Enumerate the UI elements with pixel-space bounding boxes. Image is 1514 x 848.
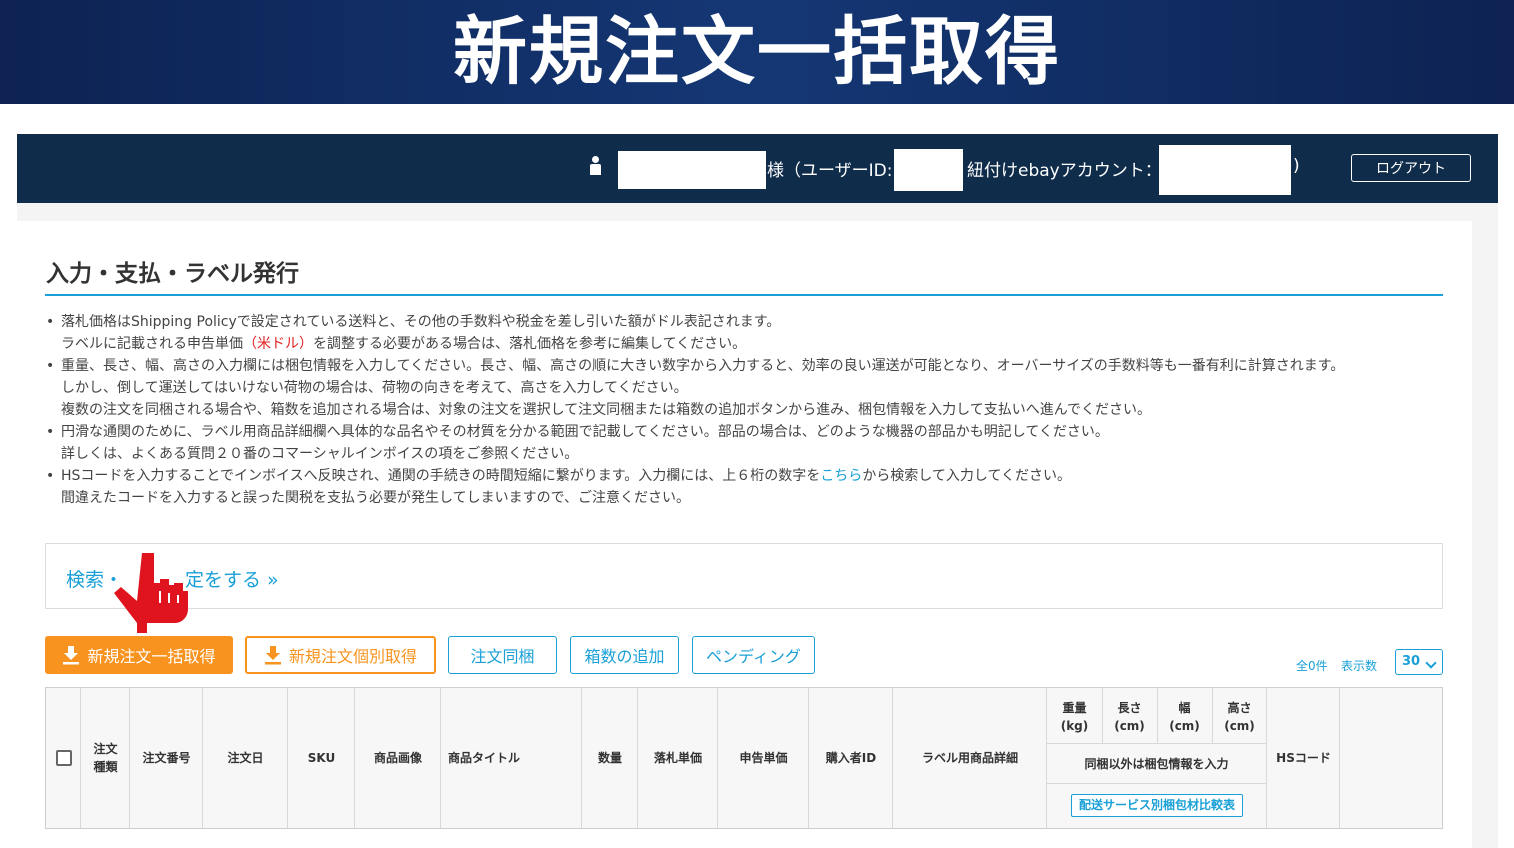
note-item: • HSコードを入力することでインボイスへ反映され、通関の手続きの時間短縮に繋が… bbox=[46, 468, 1072, 506]
note-item: • 落札価格はShipping Policyで設定されている送料と、その他の手数… bbox=[46, 314, 781, 352]
merge-orders-button[interactable]: 注文同梱 bbox=[448, 636, 557, 674]
col-buyer-id: 購入者ID bbox=[825, 751, 877, 765]
packaging-compare-button[interactable]: 配送サービス別梱包材比較表 bbox=[1071, 794, 1243, 817]
col-order-no: 注文番号 bbox=[142, 751, 191, 765]
redacted-user-id bbox=[894, 149, 963, 191]
download-icon bbox=[264, 646, 281, 665]
col-bid-price: 落札単価 bbox=[653, 751, 702, 765]
per-page-select[interactable]: 30 bbox=[1395, 649, 1443, 675]
user-honorific: 様（ユーザーID: bbox=[767, 161, 893, 181]
hs-search-link[interactable]: こちら bbox=[820, 468, 862, 484]
col-declared-price: 申告単価 bbox=[739, 751, 788, 765]
section-title: 入力・支払・ラベル発行 bbox=[46, 261, 299, 287]
col-label-detail: ラベル用商品詳細 bbox=[921, 751, 1018, 765]
col-qty: 数量 bbox=[597, 751, 622, 765]
select-all-col bbox=[46, 688, 81, 828]
linked-account-label: 紐付けebayアカウント： bbox=[967, 161, 1162, 181]
col-hs-code: HSコード bbox=[1276, 751, 1331, 765]
note-item: • 重量、長さ、幅、高さの入力欄には梱包情報を入力してください。長さ、幅、高さの… bbox=[46, 358, 1345, 418]
usd-note: （米ドル） bbox=[243, 336, 313, 352]
banner-title: 新規注文一括取得 bbox=[453, 9, 1061, 95]
notes-list: • 落札価格はShipping Policyで設定されている送料と、その他の手数… bbox=[46, 311, 1446, 509]
main-card: 入力・支払・ラベル発行 • 落札価格はShipping Policyで設定されて… bbox=[17, 221, 1472, 848]
top-bar: 様（ユーザーID: 紐付けebayアカウント： ) ログアウト bbox=[17, 134, 1498, 203]
col-image: 商品画像 bbox=[373, 751, 422, 765]
col-order-type: 注文 種類 bbox=[93, 742, 118, 774]
package-note: 同梱以外は梱包情報を入力 bbox=[1084, 757, 1229, 771]
per-page-label: 表示数 bbox=[1341, 659, 1378, 673]
orders-table: 注文 種類 注文番号 注文日 SKU 商品画像 商品タイトル 数量 落札単価 申… bbox=[45, 687, 1443, 829]
total-count: 全0件 bbox=[1296, 659, 1328, 673]
col-length: 長さ (cm) bbox=[1114, 701, 1145, 733]
add-box-button[interactable]: 箱数の追加 bbox=[570, 636, 679, 674]
redacted-ebay-account bbox=[1159, 145, 1291, 195]
chevron-down-icon bbox=[1425, 657, 1437, 669]
redacted-username bbox=[618, 151, 766, 189]
search-panel: 検索・ 定をする » bbox=[45, 543, 1443, 609]
title-divider bbox=[45, 294, 1443, 296]
note-item: • 円滑な通関のために、ラベル用商品詳細欄へ具体的な品名やその材質を分かる範囲で… bbox=[46, 424, 1109, 462]
app-frame: 様（ユーザーID: 紐付けebayアカウント： ) ログアウト 入力・支払・ラベ… bbox=[17, 134, 1498, 848]
col-title: 商品タイトル bbox=[448, 751, 521, 765]
select-all-checkbox[interactable] bbox=[56, 750, 72, 766]
col-height: 高さ (cm) bbox=[1224, 701, 1255, 733]
single-fetch-button[interactable]: 新規注文個別取得 bbox=[245, 636, 436, 674]
user-icon bbox=[589, 156, 601, 176]
close-paren: ) bbox=[1293, 156, 1300, 176]
download-icon bbox=[63, 646, 80, 665]
col-width: 幅 (cm) bbox=[1169, 701, 1200, 733]
logout-button[interactable]: ログアウト bbox=[1351, 154, 1471, 182]
col-sku: SKU bbox=[307, 751, 336, 765]
col-weight: 重量 (kg) bbox=[1060, 701, 1089, 733]
hand-pointer-icon bbox=[114, 553, 188, 633]
banner: 新規注文一括取得 bbox=[0, 0, 1514, 104]
pending-button[interactable]: ペンディング bbox=[692, 636, 815, 674]
col-order-date: 注文日 bbox=[227, 751, 264, 765]
